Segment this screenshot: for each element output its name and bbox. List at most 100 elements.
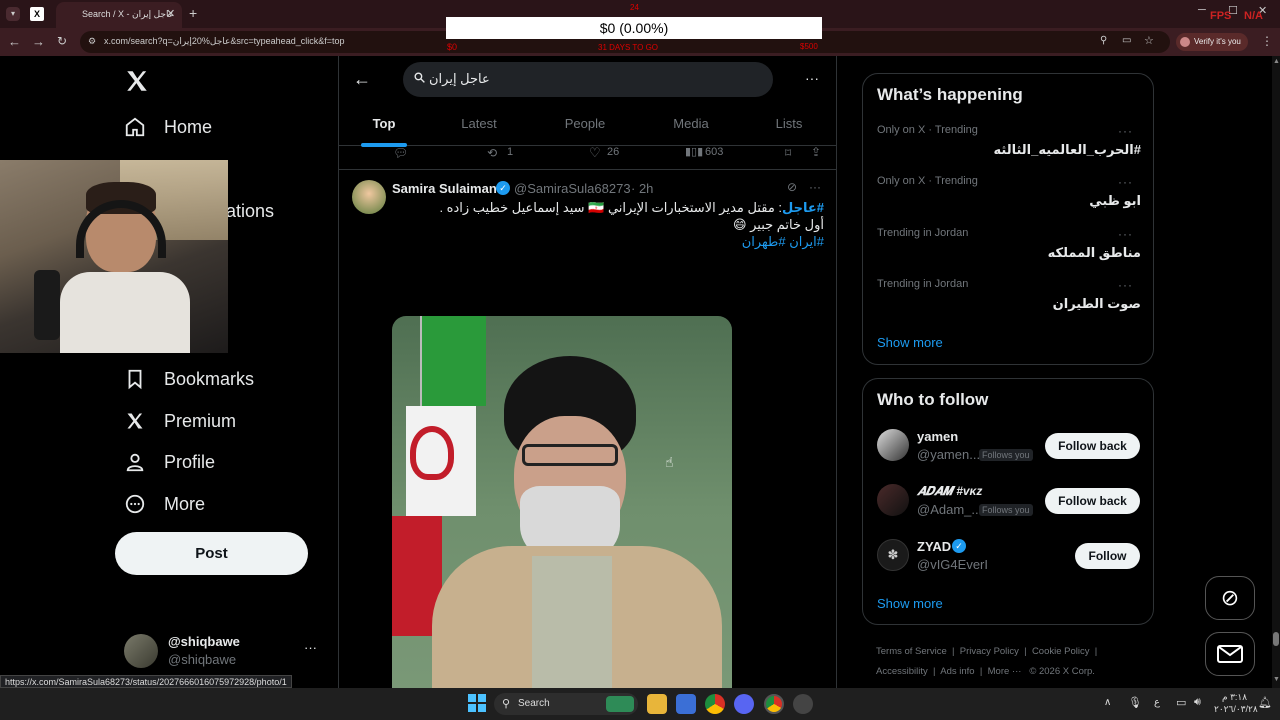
bookmark-action-icon[interactable]: ⌑	[785, 146, 791, 160]
grok-fab[interactable]: ⊘	[1205, 576, 1255, 620]
tab-people[interactable]: People	[555, 116, 615, 131]
scrollbar-up-arrow[interactable]: ▲	[1273, 58, 1280, 65]
scrollbar-thumb[interactable]	[1273, 632, 1279, 646]
follow-button-label: Follow	[1088, 549, 1127, 563]
trend-more-icon[interactable]: ···	[1118, 227, 1133, 241]
trend-item[interactable]: Trending in Jordan ··· مناطق المملكه	[877, 227, 1141, 261]
trends-show-more-link[interactable]: Show more	[877, 335, 943, 350]
tweet-author-name[interactable]: Samira Sulaiman	[392, 181, 497, 196]
nav-more[interactable]: More	[124, 489, 205, 519]
site-info-icon[interactable]: ⚙	[88, 36, 96, 47]
nav-notifications[interactable]: ations	[226, 196, 274, 226]
new-tab-icon[interactable]: +	[189, 5, 197, 21]
minimize-icon[interactable]: ─	[1198, 4, 1206, 16]
account-switcher[interactable]: @shiqbawe @shiqbawe ···	[124, 632, 324, 672]
tab-search-dropdown-icon[interactable]: ▾	[6, 7, 20, 21]
store-icon[interactable]	[676, 694, 696, 714]
nav-home[interactable]: Home	[124, 112, 212, 142]
post-button[interactable]: Post	[115, 532, 308, 575]
cast-icon[interactable]: ▭	[1122, 35, 1131, 46]
tray-language[interactable]: ع	[1154, 697, 1160, 708]
back-icon[interactable]: ←	[8, 34, 21, 49]
follow-suggestion[interactable]: 𝑨𝑫𝑨𝑴 #ᴠᴋᴢ @Adam_... Follows you Follow b…	[877, 482, 1141, 522]
messages-fab[interactable]	[1205, 632, 1255, 676]
reload-icon[interactable]: ↻	[57, 34, 67, 48]
tab-lists[interactable]: Lists	[759, 116, 819, 131]
tweet-hashtag-breaking[interactable]: #عاجل	[782, 200, 824, 215]
search-query-text: عاجل إيران	[429, 71, 490, 86]
back-arrow-icon[interactable]: ←	[353, 69, 371, 90]
retweet-icon[interactable]: ⟲	[487, 146, 497, 160]
tweet-author-avatar[interactable]	[352, 180, 386, 214]
tweet-author-handle[interactable]: @SamiraSula68273	[514, 181, 631, 196]
overlay-right-value: $500	[800, 42, 818, 51]
tweet-more-icon[interactable]: ···	[809, 180, 821, 194]
suggestion-name: yamen	[917, 429, 959, 444]
tray-mic-icon[interactable]: 🎙︎	[1128, 696, 1142, 709]
tweet-hashtags[interactable]: #ايران #طهران	[392, 233, 824, 250]
footer-ads-link[interactable]: Ads info	[940, 666, 974, 677]
tweet[interactable]: Samira Sulaiman ✓ @SamiraSula68273 · 2h …	[339, 172, 836, 688]
footer-cookie-link[interactable]: Cookie Policy	[1032, 646, 1090, 657]
follow-button[interactable]: Follow	[1075, 543, 1140, 569]
tab-latest[interactable]: Latest	[449, 116, 509, 131]
follow-suggestion[interactable]: ✽ ZYAD ✓ @vIG4EverI Follow	[877, 537, 1141, 577]
bookmark-star-icon[interactable]: ☆	[1144, 34, 1154, 47]
tab-media[interactable]: Media	[661, 116, 721, 131]
app-icon[interactable]	[793, 694, 813, 714]
footer-accessibility-link[interactable]: Accessibility	[876, 666, 928, 677]
chrome-profile-icon[interactable]	[764, 694, 784, 714]
tweet-image[interactable]: ⎚	[392, 316, 732, 688]
account-menu-dots-icon[interactable]: ···	[304, 640, 317, 655]
file-explorer-icon[interactable]	[647, 694, 667, 714]
trend-item[interactable]: Only on X · Trending ··· ابو ظبي	[877, 175, 1141, 209]
search-input[interactable]: عاجل إيران	[403, 62, 773, 97]
zoom-icon[interactable]: ⚲	[1100, 35, 1107, 46]
like-icon[interactable]: ♡	[589, 145, 601, 161]
share-icon[interactable]: ⇪	[811, 145, 821, 159]
discord-icon[interactable]	[734, 694, 754, 714]
tray-network-icon[interactable]: ▭	[1176, 696, 1186, 709]
who-to-follow-show-more-link[interactable]: Show more	[877, 596, 943, 611]
taskbar-search[interactable]: ⚲ Search	[494, 693, 638, 715]
tray-time[interactable]: ٣:١٨ م	[1222, 692, 1247, 703]
forward-icon[interactable]: →	[32, 34, 45, 49]
trend-more-icon[interactable]: ···	[1118, 175, 1133, 189]
follow-back-button[interactable]: Follow back	[1045, 433, 1140, 459]
trend-item[interactable]: Only on X · Trending ··· #الحرب_العالميه…	[877, 124, 1141, 158]
notifications-icon[interactable]: 🔔︎	[1258, 696, 1272, 709]
nav-bookmarks[interactable]: Bookmarks	[124, 364, 254, 394]
trend-more-icon[interactable]: ···	[1118, 124, 1133, 138]
scrollbar-down-arrow[interactable]: ▼	[1273, 676, 1280, 683]
footer-more-link[interactable]: More ···	[988, 666, 1022, 677]
grok-icon[interactable]: ⊘	[787, 180, 797, 194]
page-scrollbar[interactable]: ▲ ▼	[1272, 56, 1280, 688]
tweet-time[interactable]: · 2h	[631, 181, 653, 196]
reply-icon[interactable]: 💬︎	[393, 146, 408, 160]
nav-premium[interactable]: Premium	[124, 406, 236, 436]
tab-close-icon[interactable]: ✕	[166, 7, 175, 20]
follow-back-button[interactable]: Follow back	[1045, 488, 1140, 514]
trend-more-icon[interactable]: ···	[1118, 278, 1133, 292]
follow-suggestion[interactable]: yamen @yamen... Follows you Follow back	[877, 427, 1141, 467]
profile-icon	[124, 451, 146, 473]
tray-date[interactable]: ٢٠٢٦/٠٣/٢٨	[1214, 704, 1258, 715]
chrome-icon[interactable]	[705, 694, 725, 714]
inactive-tab-x-icon[interactable]: X	[30, 7, 44, 21]
views-count: 603	[705, 146, 724, 158]
tray-chevron-icon[interactable]: ∧	[1104, 697, 1111, 708]
footer-terms-link[interactable]: Terms of Service	[876, 646, 947, 657]
retweet-count: 1	[507, 146, 514, 158]
tray-volume-icon[interactable]: 🔊︎	[1194, 696, 1201, 709]
verify-profile-chip[interactable]: Verify it's you	[1176, 33, 1248, 51]
views-icon[interactable]: ▮▯▮	[685, 145, 703, 158]
browser-menu-icon[interactable]: ⋮	[1261, 34, 1273, 48]
windows-start-icon[interactable]	[468, 694, 488, 714]
nav-profile[interactable]: Profile	[124, 447, 215, 477]
footer-privacy-link[interactable]: Privacy Policy	[960, 646, 1019, 657]
trend-item[interactable]: Trending in Jordan ··· صوت الطيران	[877, 278, 1141, 312]
search-settings-dots-icon[interactable]: ···	[805, 70, 819, 86]
x-logo-icon[interactable]	[124, 68, 150, 94]
active-tab[interactable]: Search / X - عاجل إيران ✕	[56, 2, 182, 28]
tab-top[interactable]: Top	[361, 116, 407, 147]
